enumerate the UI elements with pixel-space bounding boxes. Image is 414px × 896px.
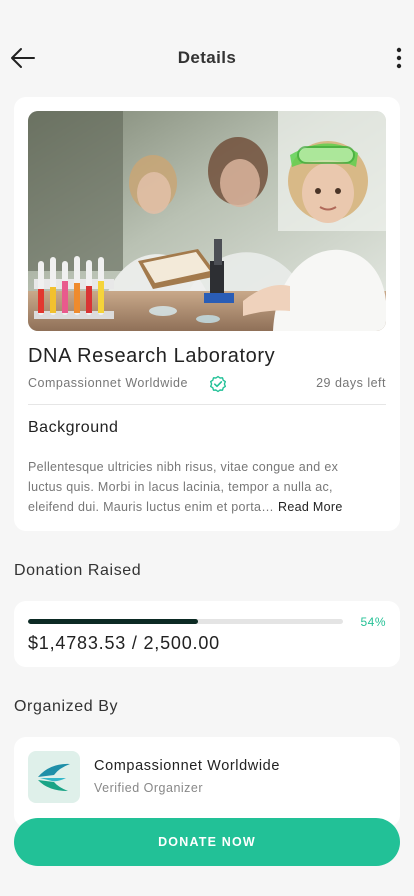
- read-more-link[interactable]: Read More: [278, 500, 343, 514]
- verified-check-icon: [210, 375, 226, 393]
- donation-amount: $1,4783.53 / 2,500.00: [28, 633, 220, 653]
- donation-section-title: Donation Raised: [14, 562, 142, 579]
- background-line: Pellentesque ultricies nibh risus, vitae…: [28, 460, 339, 474]
- background-line: luctus quis. Morbi in lacus lacinia, tem…: [28, 480, 333, 494]
- organizer-name: Compassionnet Worldwide: [94, 758, 281, 774]
- background-heading: Background: [28, 419, 119, 436]
- organizer-card[interactable]: Compassionnet Worldwide Verified Organiz…: [14, 737, 400, 827]
- donation-progress-card: 54% $1,4783.53 / 2,500.00: [14, 601, 400, 667]
- top-bar: Details: [0, 38, 414, 78]
- donate-now-button[interactable]: DONATE NOW: [14, 818, 400, 866]
- page-title: Details: [177, 48, 237, 67]
- organizer-logo-icon: [28, 751, 80, 803]
- background-text: Pellentesque ultricies nibh risus, vitae…: [28, 457, 386, 517]
- campaign-meta-row: Compassionnet Worldwide 29 days left: [28, 375, 386, 393]
- background-line-text: eleifend dui. Mauris luctus enim et port…: [28, 500, 275, 514]
- organizer-section-title: Organized By: [14, 698, 119, 715]
- background-line: eleifend dui. Mauris luctus enim et port…: [28, 497, 386, 517]
- campaign-title: DNA Research Laboratory: [28, 345, 276, 367]
- campaign-card: DNA Research Laboratory Compassionnet Wo…: [14, 97, 400, 531]
- campaign-image: [28, 111, 386, 331]
- organizer-status: Verified Organizer: [94, 781, 204, 795]
- progress-bar-fill: [28, 619, 199, 624]
- campaign-organizer[interactable]: Compassionnet Worldwide: [28, 376, 188, 390]
- divider: [28, 404, 386, 405]
- days-left: 29 days left: [316, 376, 386, 390]
- progress-bar: [28, 619, 343, 624]
- progress-percent: 54%: [360, 615, 386, 629]
- more-vertical-icon[interactable]: [394, 46, 404, 70]
